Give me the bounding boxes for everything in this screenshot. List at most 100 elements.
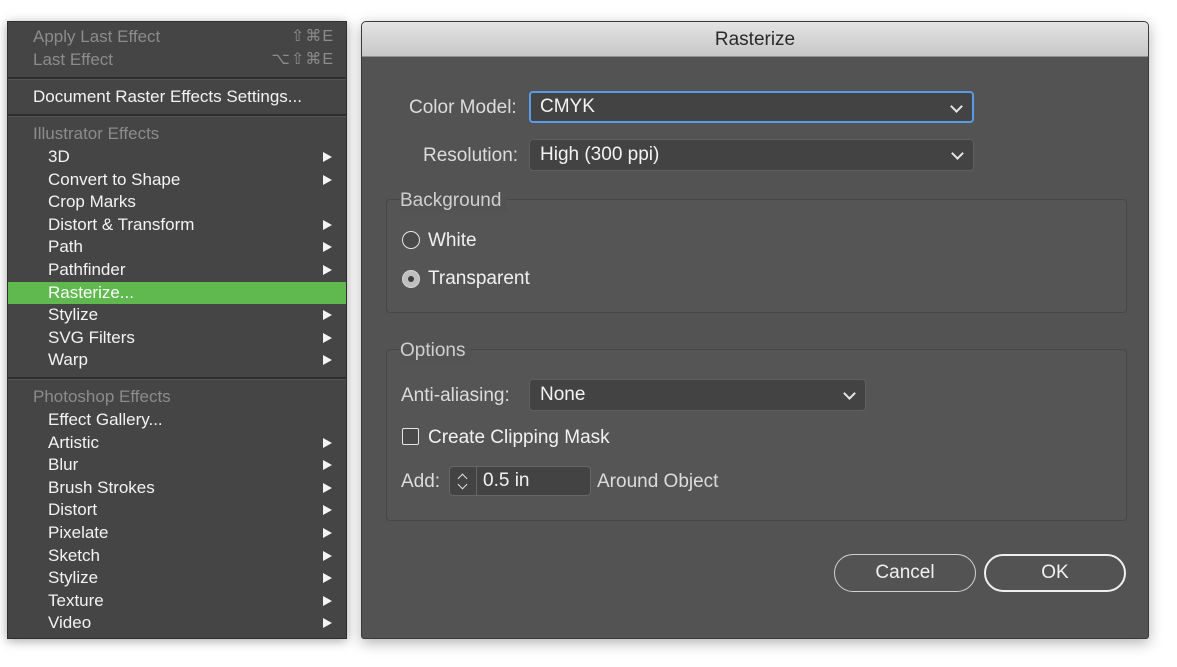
resolution-select[interactable]: High (300 ppi)	[529, 139, 974, 171]
submenu-arrow-icon	[323, 355, 332, 366]
create-clipping-mask-checkbox[interactable]	[402, 428, 419, 445]
resolution-label: Resolution:	[423, 145, 519, 166]
menu-item-distort[interactable]: Distort	[8, 499, 346, 521]
create-clipping-mask-label[interactable]: Create Clipping Mask	[428, 426, 610, 450]
color-model-label: Color Model:	[409, 97, 517, 118]
menu-item-label: Effect Gallery...	[48, 410, 163, 429]
submenu-arrow-icon	[323, 595, 332, 606]
radio-white[interactable]	[402, 231, 420, 249]
menu-item-label: 3D	[48, 147, 70, 166]
radio-transparent-label[interactable]: Transparent	[428, 267, 530, 291]
menu-item-label: Stylize	[48, 568, 99, 588]
submenu-arrow-icon	[323, 482, 332, 493]
menu-item-texture[interactable]: Texture	[8, 590, 346, 612]
menu-item-apply-last-effect[interactable]: Apply Last Effect ⇧⌘E	[8, 26, 346, 48]
menu-item-label: SVG Filters	[48, 327, 135, 347]
menu-item-label: Crop Marks	[48, 192, 136, 212]
menu-item-warp[interactable]: Warp	[8, 349, 346, 371]
effect-menu: Apply Last Effect ⇧⌘E Last Effect ⌥⇧⌘E D…	[7, 21, 347, 639]
menu-item-label: Convert to Shape	[48, 169, 181, 189]
menu-item-svg-filters[interactable]: SVG Filters	[8, 327, 346, 349]
menu-item-label: Document Raster Effects Settings...	[33, 87, 302, 106]
chevron-down-icon	[950, 100, 963, 113]
radio-white-label[interactable]: White	[428, 229, 477, 253]
menu-item-sketch[interactable]: Sketch	[8, 545, 346, 567]
menu-item-brush-strokes[interactable]: Brush Strokes	[8, 477, 346, 499]
menu-item-shortcut: ⌥⇧⌘E	[271, 51, 334, 68]
menu-item-label: Rasterize...	[48, 282, 134, 302]
chevron-down-icon	[843, 387, 856, 400]
menu-item-label: Distort & Transform	[48, 214, 195, 234]
rasterize-dialog: Rasterize Color Model: CMYK Resolution: …	[361, 21, 1149, 639]
menu-item-3d[interactable]: 3D	[8, 146, 346, 168]
menu-item-distort-and-transform[interactable]: Distort & Transform	[8, 214, 346, 236]
color-model-select[interactable]: CMYK	[529, 91, 974, 123]
radio-selected-dot	[408, 276, 414, 282]
menu-item-label: Sketch	[48, 545, 100, 565]
menu-item-stylize[interactable]: Stylize	[8, 567, 346, 589]
anti-aliasing-label: Anti-aliasing:	[401, 385, 510, 406]
submenu-arrow-icon	[323, 573, 332, 584]
add-label: Add:	[401, 471, 441, 492]
menu-item-effect-gallery[interactable]: Effect Gallery...	[8, 409, 346, 431]
menu-section-header-illustrator: Illustrator Effects	[8, 123, 346, 145]
menu-separator	[8, 114, 346, 117]
menu-item-label: Last Effect	[33, 50, 114, 69]
radio-transparent[interactable]	[402, 270, 420, 288]
options-group-title: Options	[400, 339, 472, 363]
submenu-arrow-icon	[323, 550, 332, 561]
menu-section-header-photoshop: Photoshop Effects	[8, 386, 346, 408]
menu-item-document-raster-effects-settings[interactable]: Document Raster Effects Settings...	[8, 86, 346, 108]
menu-item-label: Blur	[48, 455, 79, 475]
menu-item-label: Apply Last Effect	[33, 27, 161, 46]
menu-item-pixelate[interactable]: Pixelate	[8, 522, 346, 544]
menu-item-label: Distort	[48, 500, 98, 520]
menu-item-label: Pathfinder	[48, 260, 126, 279]
menu-separator	[8, 377, 346, 380]
submenu-arrow-icon	[323, 618, 332, 629]
menu-section-label: Photoshop Effects	[33, 387, 171, 406]
submenu-arrow-icon	[323, 505, 332, 516]
menu-item-pathfinder[interactable]: Pathfinder	[8, 259, 346, 281]
add-amount-input[interactable]: 0.5 in	[477, 466, 591, 496]
menu-item-blur[interactable]: Blur	[8, 454, 346, 476]
submenu-arrow-icon	[323, 437, 332, 448]
add-amount-value: 0.5 in	[483, 470, 530, 491]
around-object-label: Around Object	[597, 471, 719, 492]
dialog-title: Rasterize	[362, 22, 1148, 57]
cancel-button[interactable]: Cancel	[834, 554, 976, 592]
menu-item-video[interactable]: Video	[8, 612, 346, 634]
menu-separator	[8, 77, 346, 80]
menu-section-label: Illustrator Effects	[33, 124, 160, 143]
menu-item-label: Video	[48, 613, 92, 633]
submenu-arrow-icon	[323, 528, 332, 538]
stepper-down-icon[interactable]	[457, 479, 468, 490]
menu-item-label: Warp	[48, 350, 88, 370]
submenu-arrow-icon	[323, 460, 332, 471]
menu-item-rasterize[interactable]: Rasterize...	[8, 281, 346, 304]
menu-item-path[interactable]: Path	[8, 236, 346, 258]
menu-item-last-effect[interactable]: Last Effect ⌥⇧⌘E	[8, 49, 346, 71]
submenu-arrow-icon	[323, 174, 332, 185]
menu-item-shortcut: ⇧⌘E	[290, 28, 334, 45]
ok-button[interactable]: OK	[984, 554, 1126, 592]
menu-item-label: Pixelate	[48, 523, 109, 542]
anti-aliasing-value: None	[540, 384, 586, 405]
anti-aliasing-select[interactable]: None	[529, 379, 866, 411]
color-model-value: CMYK	[540, 96, 595, 117]
menu-item-stylize[interactable]: Stylize	[8, 304, 346, 326]
menu-item-label: Artistic	[48, 432, 99, 452]
add-stepper[interactable]	[449, 466, 477, 496]
submenu-arrow-icon	[323, 242, 332, 253]
submenu-arrow-icon	[323, 310, 332, 321]
menu-item-artistic[interactable]: Artistic	[8, 432, 346, 454]
menu-item-label: Texture	[48, 590, 104, 610]
submenu-arrow-icon	[323, 152, 332, 162]
menu-item-crop-marks[interactable]: Crop Marks	[8, 191, 346, 213]
chevron-down-icon	[951, 147, 964, 160]
menu-item-convert-to-shape[interactable]: Convert to Shape	[8, 169, 346, 191]
menu-item-label: Stylize	[48, 305, 99, 325]
background-group-title: Background	[400, 189, 508, 213]
submenu-arrow-icon	[323, 219, 332, 230]
submenu-arrow-icon	[323, 332, 332, 343]
